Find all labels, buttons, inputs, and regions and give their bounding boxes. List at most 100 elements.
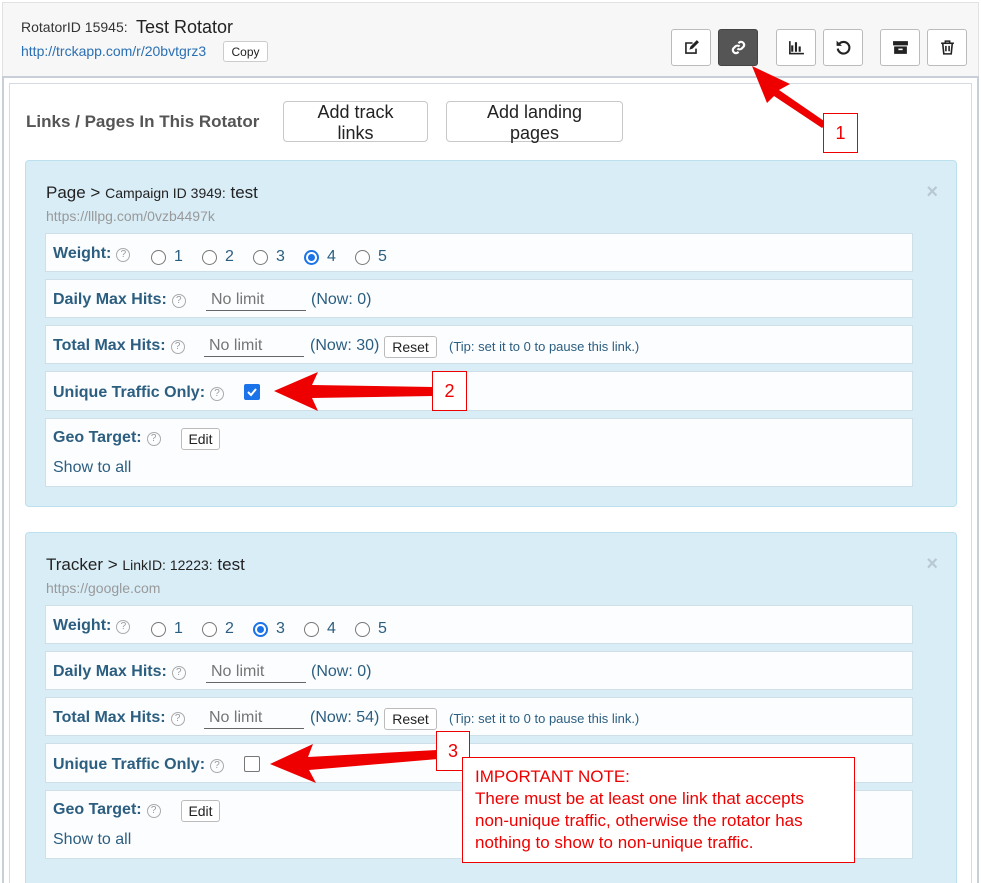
radio-circle[interactable] <box>202 621 217 637</box>
geo-target-label-text: Geo Target: <box>53 801 142 818</box>
total-max-row: Total Max Hits:? (Now: 30) Reset (Tip: s… <box>45 325 913 364</box>
weight-option-1[interactable]: 1 <box>151 248 183 266</box>
add-track-links-button[interactable]: Add track links <box>283 101 428 143</box>
weight-option-label: 3 <box>276 248 285 265</box>
weight-option-5[interactable]: 5 <box>355 248 387 266</box>
daily-max-label-text: Daily Max Hits: <box>53 663 167 680</box>
help-icon[interactable]: ? <box>170 712 185 726</box>
help-icon[interactable]: ? <box>146 804 161 818</box>
daily-max-label: Daily Max Hits:? <box>53 291 186 309</box>
geo-edit-button[interactable]: Edit <box>181 800 220 822</box>
total-max-row: Total Max Hits:? (Now: 54) Reset (Tip: s… <box>45 697 913 736</box>
card-id: LinkID: 12223: <box>122 557 213 573</box>
note-line: There must be at least one link that acc… <box>475 789 804 808</box>
rotator-title: Test Rotator <box>136 17 234 37</box>
add-landing-pages-button[interactable]: Add landing pages <box>446 101 623 143</box>
edit-rotator-button[interactable] <box>671 29 711 66</box>
daily-max-row: Daily Max Hits:? (Now: 0) <box>45 279 913 318</box>
weight-option-label: 2 <box>225 620 234 637</box>
rotator-link-card: Page > Campaign ID 3949: test https://ll… <box>25 160 957 507</box>
weight-label: Weight:? <box>53 617 131 635</box>
total-max-input[interactable] <box>204 336 304 357</box>
check-icon <box>247 388 257 397</box>
radio-circle-selected[interactable] <box>304 249 319 265</box>
unique-traffic-checkbox[interactable] <box>244 756 260 772</box>
card-title: Page > Campaign ID 3949: test <box>46 183 258 203</box>
radio-circle[interactable] <box>253 249 268 265</box>
help-icon[interactable]: ? <box>171 294 186 308</box>
help-icon[interactable]: ? <box>210 387 225 401</box>
total-now-count: (Now: 30) <box>310 337 380 354</box>
unique-traffic-label-text: Unique Traffic Only: <box>53 756 206 773</box>
weight-option-label: 1 <box>174 248 183 265</box>
help-icon[interactable]: ? <box>171 666 186 680</box>
archive-button[interactable] <box>880 29 920 66</box>
weight-option-4[interactable]: 4 <box>304 248 336 266</box>
copy-url-button[interactable]: Copy <box>223 41 268 62</box>
help-icon[interactable]: ? <box>116 620 131 634</box>
radio-circle[interactable] <box>355 621 370 637</box>
total-max-label-text: Total Max Hits: <box>53 337 166 354</box>
daily-max-label-text: Daily Max Hits: <box>53 291 167 308</box>
total-max-label: Total Max Hits:? <box>53 709 185 727</box>
weight-label-text: Weight: <box>53 245 112 262</box>
card-name: test <box>217 555 245 574</box>
reset-stats-button[interactable] <box>823 29 863 66</box>
help-icon[interactable]: ? <box>116 248 131 262</box>
unique-traffic-label-text: Unique Traffic Only: <box>53 384 206 401</box>
link-icon <box>731 40 745 55</box>
note-line: IMPORTANT NOTE: <box>475 767 630 786</box>
radio-circle[interactable] <box>304 621 319 637</box>
stats-button[interactable] <box>776 29 816 66</box>
important-note-box: IMPORTANT NOTE: There must be at least o… <box>462 757 855 863</box>
rotator-url-link[interactable]: http://trckapp.com/r/20bvtgrz3 <box>21 43 206 59</box>
card-url: https://lllpg.com/0vzb4497k <box>46 208 215 224</box>
radio-circle[interactable] <box>355 249 370 265</box>
weight-option-3[interactable]: 3 <box>253 620 285 638</box>
reset-button[interactable]: Reset <box>384 708 437 730</box>
total-max-input[interactable] <box>204 708 304 729</box>
unique-traffic-checkbox[interactable] <box>244 384 260 400</box>
weight-label-text: Weight: <box>53 617 112 634</box>
radio-circle[interactable] <box>151 249 166 265</box>
geo-target-label: Geo Target:? <box>53 429 161 447</box>
links-button[interactable] <box>718 29 758 66</box>
total-max-label: Total Max Hits:? <box>53 337 185 355</box>
radio-circle[interactable] <box>151 621 166 637</box>
daily-max-input[interactable] <box>206 290 306 311</box>
geo-target-label-text: Geo Target: <box>53 429 142 446</box>
weight-option-label: 2 <box>225 248 234 265</box>
weight-option-3[interactable]: 3 <box>253 248 285 266</box>
weight-option-2[interactable]: 2 <box>202 248 234 266</box>
help-icon[interactable]: ? <box>146 432 161 446</box>
annotation-callout-1: 1 <box>823 113 858 153</box>
card-url: https://google.com <box>46 580 161 596</box>
tip-text: (Tip: set it to 0 to pause this link.) <box>449 711 640 726</box>
weight-option-2[interactable]: 2 <box>202 620 234 638</box>
weight-option-4[interactable]: 4 <box>304 620 336 638</box>
help-icon[interactable]: ? <box>170 340 185 354</box>
help-icon[interactable]: ? <box>210 759 225 773</box>
weight-option-label: 4 <box>327 248 336 265</box>
close-icon[interactable]: × <box>926 181 938 204</box>
delete-button[interactable] <box>927 29 967 66</box>
weight-row: Weight:? 1 2 3 4 5 <box>45 605 913 644</box>
radio-circle[interactable] <box>202 249 217 265</box>
card-name: test <box>230 183 258 202</box>
reset-button[interactable]: Reset <box>384 336 437 358</box>
radio-circle-selected[interactable] <box>253 621 268 637</box>
daily-now-count: (Now: 0) <box>311 291 372 308</box>
weight-option-5[interactable]: 5 <box>355 620 387 638</box>
annotation-callout-2: 2 <box>432 371 467 411</box>
note-line: non-unique traffic, otherwise the rotato… <box>475 811 803 830</box>
weight-option-1[interactable]: 1 <box>151 620 183 638</box>
card-kind: Tracker > <box>46 555 118 574</box>
geo-target-label: Geo Target:? <box>53 801 161 819</box>
geo-edit-button[interactable]: Edit <box>181 428 220 450</box>
daily-now-count: (Now: 0) <box>311 663 372 680</box>
close-icon[interactable]: × <box>926 553 938 576</box>
daily-max-input[interactable] <box>206 662 306 683</box>
weight-label: Weight:? <box>53 245 131 263</box>
total-max-label-text: Total Max Hits: <box>53 709 166 726</box>
archive-icon <box>892 41 908 54</box>
